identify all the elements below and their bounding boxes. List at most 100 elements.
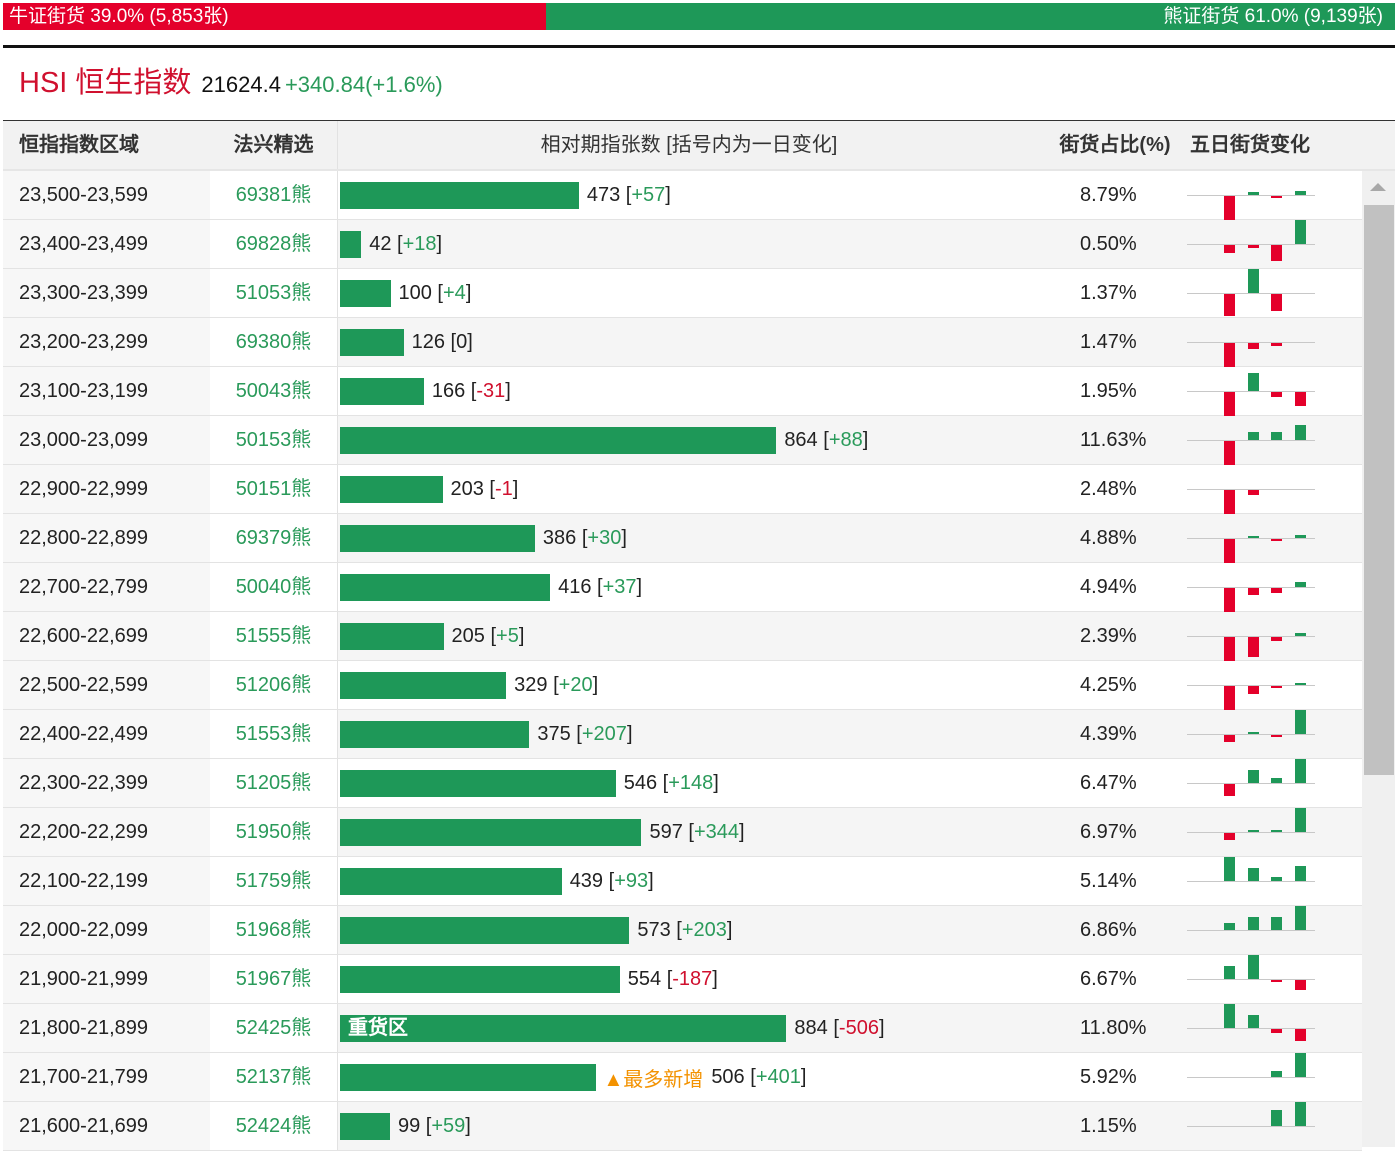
five-day-cell [1187,710,1350,758]
warrant-code-link[interactable]: 51206熊 [210,661,338,709]
count-number: 864 [784,428,818,451]
mini-chart-baseline [1187,538,1315,539]
warrant-code-link[interactable]: 51950熊 [210,808,338,856]
warrant-code-link[interactable]: 51553熊 [210,710,338,758]
index-change: +340.84(+1.6%) [284,72,443,97]
bull-bear-ratio-bar: 牛证街货 39.0% (5,853张) 熊证街货 61.0% (9,139张) [3,3,1395,30]
mini-chart-baseline [1187,195,1315,196]
mini-chart-bar [1247,536,1259,538]
count-number: 329 [514,673,548,696]
five-day-cell [1187,367,1350,416]
mini-chart-bar [1295,425,1307,440]
warrant-code-link[interactable]: 69380熊 [210,318,338,366]
range-cell: 23,300-23,399 [3,269,210,317]
mini-chart-bar [1271,980,1283,982]
count-cell: 重货区 884 [-506] [338,1004,1040,1052]
share-pct: 4.39% [1080,722,1137,745]
table-row: 22,900-22,999 50151熊 203 [-1] 2.48% [3,465,1362,514]
mini-chart-bar [1224,539,1235,563]
mini-chart-bar [1224,966,1235,979]
mini-chart-bar [1247,637,1259,657]
count-value: 506 [+401] [711,1065,807,1088]
warrant-code-link[interactable]: 69381熊 [210,171,338,219]
mini-chart-bar [1224,1004,1235,1028]
mini-chart-bar [1224,735,1235,742]
share-pct: 4.88% [1080,526,1137,549]
warrant-code-link[interactable]: 69379熊 [210,514,338,562]
five-day-cell [1187,171,1350,220]
scroll-up-arrow-icon[interactable] [1370,183,1386,191]
daily-change: +59 [431,1114,466,1137]
range-cell: 22,100-22,199 [3,857,210,905]
warrant-code-link[interactable]: 51968熊 [210,906,338,954]
five-day-cell [1187,955,1350,1003]
count-number: 573 [637,918,671,941]
mini-chart-bar [1224,441,1235,465]
range-cell: 21,600-21,699 [3,1102,210,1150]
warrant-code-link[interactable]: 52425熊 [210,1004,338,1052]
mini-chart-bar [1271,432,1283,440]
warrant-code-link[interactable]: 50043熊 [210,367,338,415]
range-cell: 22,900-22,999 [3,465,210,513]
count-bar [340,230,362,258]
daily-change: +37 [602,575,637,598]
count-number: 439 [569,869,604,892]
warrant-code-link[interactable]: 51053熊 [210,269,338,317]
five-day-mini-chart [1187,269,1315,317]
mini-chart-bar [1271,1110,1283,1126]
count-cell: 416 [+37] [338,563,1040,611]
count-value: 864 [+88] [784,428,869,451]
mini-chart-bar [1247,1015,1259,1028]
count-bar [340,818,642,846]
share-pct: 4.25% [1080,673,1137,696]
count-value: 126 [0] [411,330,473,353]
warrant-code-link[interactable]: 51555熊 [210,612,338,660]
count-bar [340,916,630,944]
daily-change: +18 [402,232,437,255]
mini-chart-bar [1224,588,1235,612]
warrant-code-link[interactable]: 52137熊 [210,1053,338,1101]
warrant-code-link[interactable]: 50151熊 [210,465,338,513]
scrollbar-thumb[interactable] [1364,205,1394,775]
header-code: 法兴精选 [210,121,338,169]
range-cell: 22,600-22,699 [3,612,210,660]
mini-chart-bar [1224,490,1235,514]
count-number: 375 [537,722,571,745]
range-cell: 21,900-21,999 [3,955,210,1003]
warrant-code-link[interactable]: 69828熊 [210,220,338,268]
warrant-code-link[interactable]: 51205熊 [210,759,338,807]
mini-chart-bar [1295,1053,1307,1077]
mini-chart-bar [1295,866,1307,881]
warrant-code-link[interactable]: 51759熊 [210,857,338,905]
count-number: 100 [398,281,432,304]
mini-chart-bar [1247,830,1259,832]
count-cell: 473 [+57] [338,171,1040,219]
mini-chart-bar [1295,535,1307,538]
daily-change: +207 [581,722,627,745]
warrant-code-link[interactable]: 51967熊 [210,955,338,1003]
mini-chart-bar [1295,392,1307,406]
warrant-code-link[interactable]: 50153熊 [210,416,338,464]
share-pct: 1.37% [1080,281,1137,304]
five-day-mini-chart [1187,367,1315,416]
share-pct: 6.97% [1080,820,1137,843]
count-bar [340,475,443,503]
index-title: HSI 恒生指数 21624.4 +340.84(+1.6%) [19,64,443,104]
warrant-code-link[interactable]: 50040熊 [210,563,338,611]
mini-chart-baseline [1187,734,1315,735]
count-number: 166 [431,379,466,402]
five-day-cell [1187,269,1350,317]
count-number: 205 [451,624,485,647]
outstanding-table: 恒指指数区域 法兴精选 相对期指张数 [括号内为一日变化] 街货占比(%) 五日… [3,120,1395,1151]
mini-chart-bar [1295,191,1307,195]
mini-chart-baseline [1187,1126,1315,1127]
table-row: 21,900-21,999 51967熊 554 [-187] 6.67% [3,955,1362,1004]
daily-change: +93 [614,869,649,892]
mini-chart-bar [1271,830,1283,832]
mini-chart-bar [1247,868,1259,881]
warrant-code-link[interactable]: 52424熊 [210,1102,338,1150]
scrollbar[interactable] [1362,171,1395,1147]
share-pct: 6.86% [1080,918,1137,941]
five-day-cell [1187,465,1350,514]
count-bar [340,181,579,209]
